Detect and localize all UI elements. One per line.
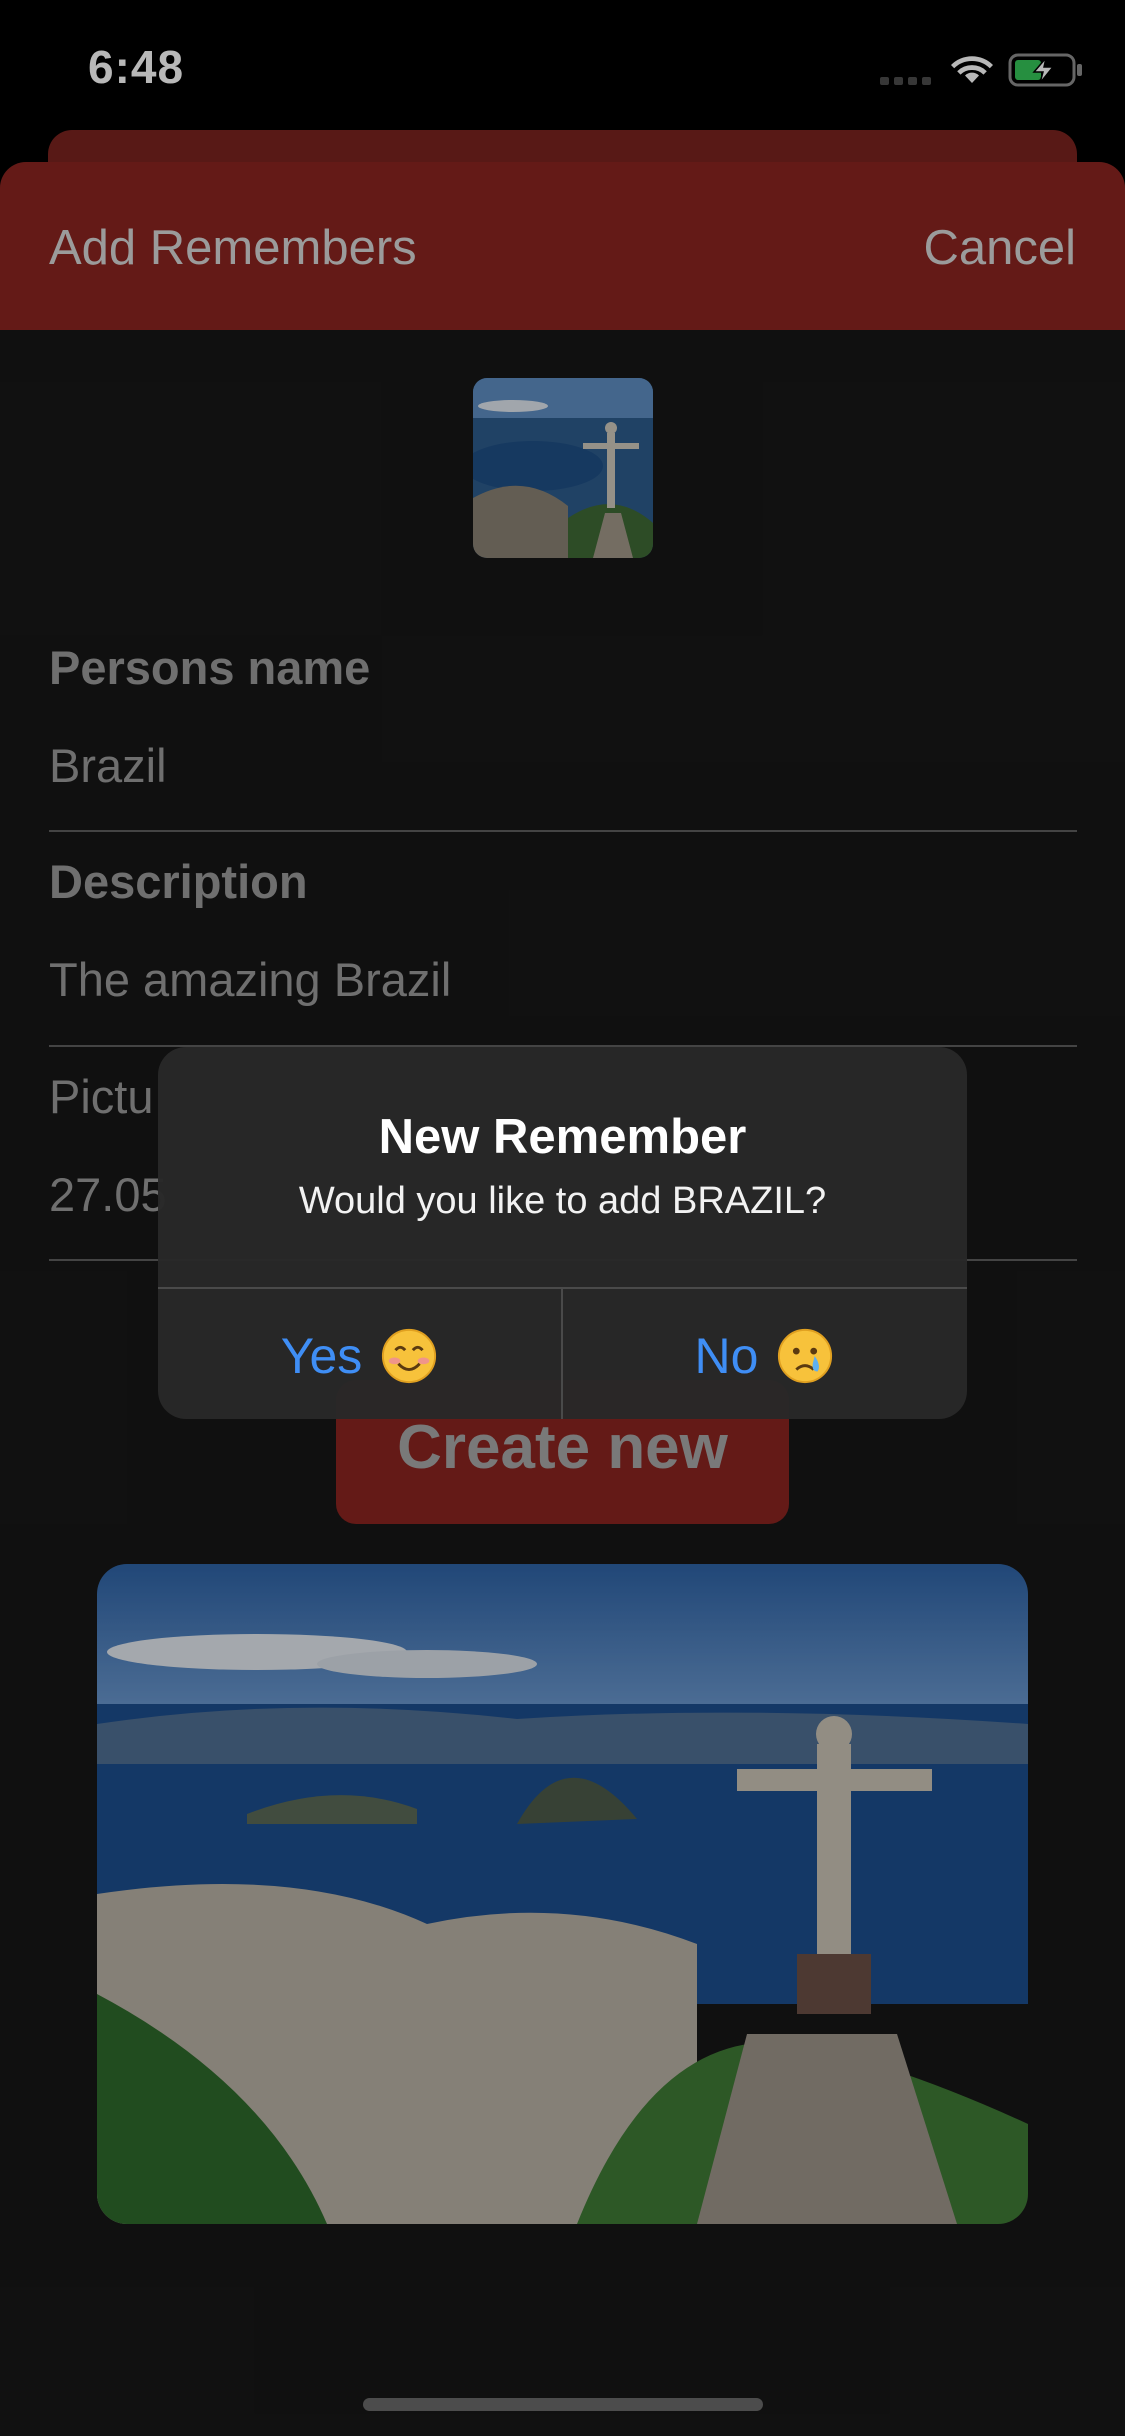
app-screen: 6:48 Add Remembers Cancel Persons name B… (0, 0, 1125, 2436)
alert-no-button[interactable]: No (563, 1289, 966, 1419)
yes-label-row: Yes (158, 1327, 561, 1389)
no-label: No (694, 1328, 759, 1384)
alert-yes-button[interactable]: Yes (158, 1289, 561, 1419)
alert-title: New Remember (378, 1110, 747, 1164)
no-label-row: No (563, 1327, 966, 1389)
alert-message: Would you like to add BRAZIL? (298, 1180, 827, 1222)
new-remember-alert: New Remember Would you like to add BRAZI… (158, 1047, 967, 1419)
smiling-face-icon (382, 1328, 437, 1383)
yes-label: Yes (280, 1328, 363, 1384)
crying-face-icon (778, 1328, 833, 1383)
